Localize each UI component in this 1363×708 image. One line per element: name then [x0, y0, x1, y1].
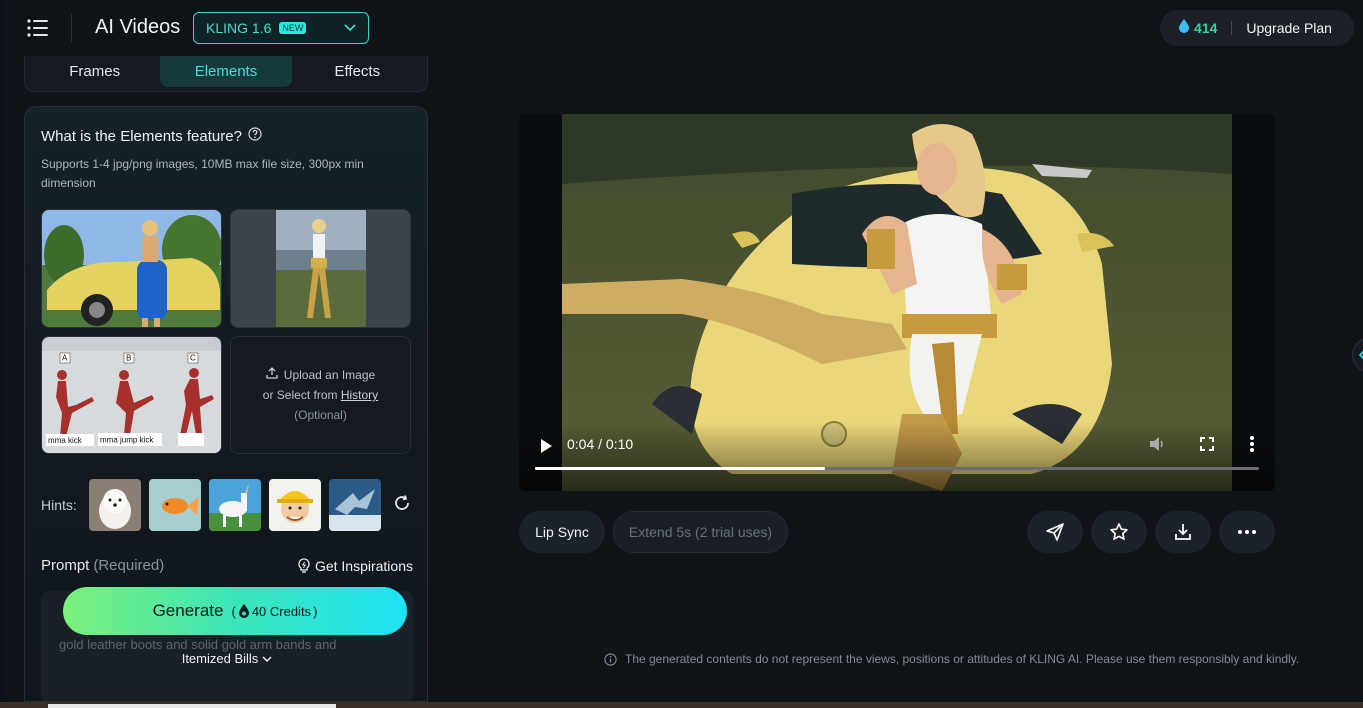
chevron-left-icon	[1358, 350, 1363, 360]
generate-label: Generate	[152, 601, 224, 620]
help-icon[interactable]	[248, 127, 262, 145]
reference-image-2[interactable]	[230, 209, 411, 328]
generate-credits: 40 Credits	[251, 603, 312, 619]
new-badge: NEW	[279, 22, 307, 34]
bottom-taskbar-strip	[0, 702, 1363, 708]
model-select[interactable]: KLING 1.6 NEW	[193, 12, 369, 44]
history-link[interactable]: History	[341, 388, 378, 402]
volume-icon[interactable]	[1149, 436, 1167, 457]
feature-title-text: What is the Elements feature?	[41, 127, 242, 145]
generate-button[interactable]: Generate ( 40 Credits )	[63, 587, 407, 635]
plan-pill: 414 Upgrade Plan	[1160, 10, 1354, 46]
upgrade-plan-button[interactable]: Upgrade Plan	[1246, 20, 1332, 36]
get-inspirations-label: Get Inspirations	[314, 557, 413, 574]
credit-drop-icon	[1178, 18, 1190, 38]
model-name: KLING 1.6	[206, 20, 272, 36]
lip-sync-button[interactable]: Lip Sync	[519, 511, 605, 553]
credit-flame-icon	[238, 604, 249, 618]
reference-image-1[interactable]	[41, 209, 222, 328]
download-icon	[1175, 524, 1191, 540]
bottom-strip-highlight	[48, 704, 336, 708]
hint-unicorn[interactable]	[208, 479, 261, 531]
send-icon	[1046, 523, 1064, 541]
generate-cost: ( 40 Credits )	[231, 603, 318, 619]
pill-divider	[1231, 21, 1233, 35]
disclaimer: The generated contents do not represent …	[604, 652, 1299, 666]
ref-caption-2: mma jump kick	[100, 436, 154, 445]
upload-label: Upload an Image	[283, 368, 376, 382]
elements-panel: What is the Elements feature? Supports 1…	[24, 106, 428, 702]
prompt-text: gold leather boots and solid gold arm ba…	[59, 637, 337, 652]
select-from-label: or Select from	[262, 388, 338, 402]
upload-image-slot[interactable]: Upload an Image or Select from History (…	[230, 336, 411, 454]
share-button[interactable]	[1027, 511, 1083, 553]
refresh-hints-icon[interactable]	[393, 494, 411, 517]
video-progress-bar[interactable]	[535, 467, 1259, 470]
reference-image-3[interactable]: A B C mma kick mma jump kick	[41, 336, 222, 454]
upload-line: Upload an Image	[266, 365, 375, 385]
fullscreen-icon[interactable]	[1199, 436, 1215, 457]
feature-title: What is the Elements feature?	[41, 127, 262, 145]
collapse-panel-handle[interactable]	[1352, 338, 1363, 372]
play-icon[interactable]	[539, 438, 553, 459]
ref-label-a: A	[62, 354, 68, 363]
menu-icon[interactable]	[24, 14, 52, 42]
chevron-down-icon	[344, 19, 356, 37]
hint-dragon[interactable]	[328, 479, 381, 531]
tab-frames[interactable]: Frames	[29, 56, 160, 87]
video-controls: 0:04 / 0:10	[519, 422, 1275, 491]
info-icon	[604, 652, 617, 666]
optional-label: (Optional)	[294, 408, 347, 422]
video-time: 0:04 / 0:10	[567, 436, 634, 452]
hints-row: Hints:	[41, 479, 413, 531]
ref-label-b: B	[126, 354, 131, 363]
ref-label-c: C	[190, 354, 196, 363]
app-window: AI Videos KLING 1.6 NEW 414 Upgrade Plan…	[4, 0, 1363, 702]
hint-worker[interactable]	[268, 479, 321, 531]
mode-tabs: Frames Elements Effects	[24, 56, 428, 92]
star-icon	[1110, 523, 1128, 540]
prompt-header: Prompt (Required) Get Inspirations	[41, 557, 413, 574]
itemized-bills-toggle[interactable]: Itemized Bills	[25, 651, 427, 666]
itemized-bills-label: Itemized Bills	[181, 651, 259, 666]
header-divider	[71, 14, 72, 42]
video-player[interactable]: 0:04 / 0:10	[519, 114, 1275, 491]
credit-balance: 414	[1194, 20, 1218, 36]
page-title: AI Videos	[95, 16, 181, 38]
feature-description: Supports 1-4 jpg/png images, 10MB max fi…	[41, 157, 364, 190]
video-more-icon[interactable]	[1249, 435, 1255, 458]
disclaimer-text: The generated contents do not represent …	[625, 652, 1300, 666]
more-horizontal-icon	[1238, 530, 1256, 534]
prompt-required-label: (Required)	[93, 557, 165, 574]
upload-icon	[266, 365, 278, 385]
favorite-button[interactable]	[1091, 511, 1147, 553]
extend-button[interactable]: Extend 5s (2 trial uses)	[613, 511, 788, 553]
more-actions-button[interactable]	[1219, 511, 1275, 553]
tab-elements[interactable]: Elements	[160, 56, 292, 87]
prompt-label: Prompt	[41, 557, 90, 574]
hint-puppy[interactable]	[88, 479, 141, 531]
chevron-down-icon	[262, 655, 272, 662]
video-progress-fill	[535, 467, 825, 470]
lightbulb-icon	[298, 557, 310, 573]
ref-caption-1: mma kick	[48, 436, 83, 445]
select-history-line: or Select from History	[263, 385, 378, 405]
get-inspirations-button[interactable]: Get Inspirations	[297, 558, 413, 574]
download-button[interactable]	[1155, 511, 1211, 553]
hints-label: Hints:	[41, 497, 77, 513]
tab-effects[interactable]: Effects	[292, 56, 423, 87]
hint-goldfish[interactable]	[148, 479, 201, 531]
video-actions: Lip Sync Extend 5s (2 trial uses)	[519, 511, 1275, 553]
